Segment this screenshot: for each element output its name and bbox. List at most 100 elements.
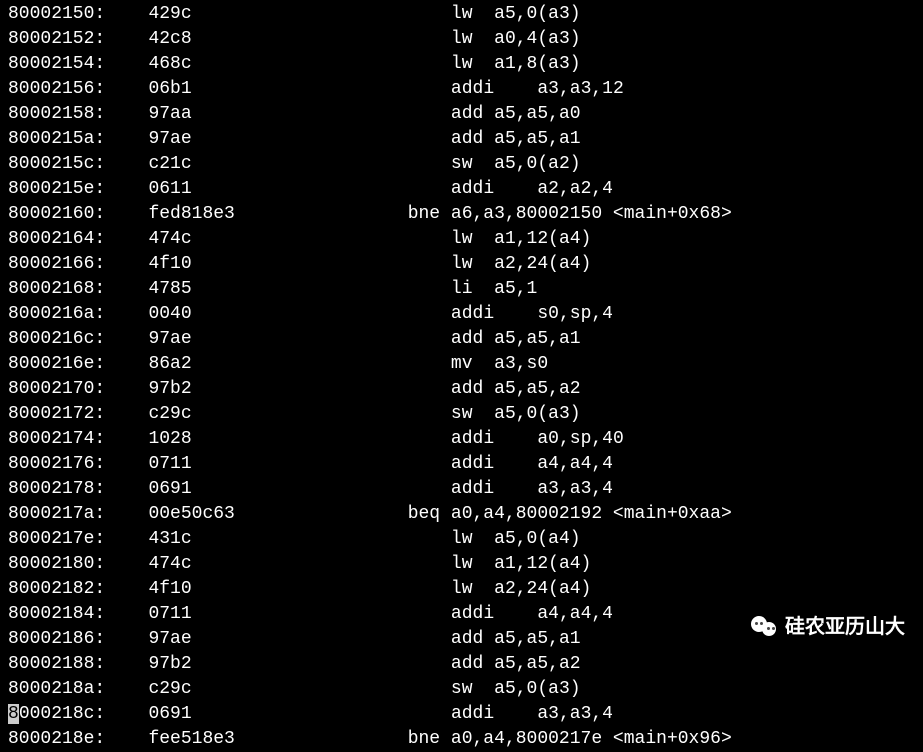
operands: a6,a3,80002150 <main+0x68>	[451, 204, 732, 224]
address: 80002160:	[8, 204, 105, 224]
address: 80002186:	[8, 629, 105, 649]
mnemonic: bne	[408, 729, 440, 749]
address: 80002184:	[8, 604, 105, 624]
operands: a5,a5,a2	[494, 379, 580, 399]
disasm-line: 80002180: 474c lw a1,12(a4)	[8, 552, 915, 577]
disasm-line: 80002156: 06b1 addi a3,a3,12	[8, 77, 915, 102]
mnemonic: add	[451, 379, 483, 399]
opcode-hex: 97b2	[148, 379, 191, 399]
operands: a1,12(a4)	[494, 229, 591, 249]
opcode-hex: 06b1	[148, 79, 191, 99]
mnemonic: beq	[408, 504, 440, 524]
mnemonic: addi	[451, 179, 494, 199]
opcode-hex: 0040	[148, 304, 191, 324]
disasm-line: 80002176: 0711 addi a4,a4,4	[8, 452, 915, 477]
operands: a1,12(a4)	[494, 554, 591, 574]
disasm-line: 80002154: 468c lw a1,8(a3)	[8, 52, 915, 77]
address: 8000217e:	[8, 529, 105, 549]
disasm-line: 80002166: 4f10 lw a2,24(a4)	[8, 252, 915, 277]
disasm-line: 80002172: c29c sw a5,0(a3)	[8, 402, 915, 427]
operands: a5,0(a3)	[494, 404, 580, 424]
operands: a2,a2,4	[537, 179, 613, 199]
mnemonic: lw	[451, 579, 473, 599]
opcode-hex: c29c	[148, 679, 191, 699]
opcode-hex: 4f10	[148, 579, 191, 599]
operands: a2,24(a4)	[494, 254, 591, 274]
disasm-line: 8000215a: 97ae add a5,a5,a1	[8, 127, 915, 152]
address: 80002168:	[8, 279, 105, 299]
disasm-line: 80002168: 4785 li a5,1	[8, 277, 915, 302]
disasm-line: 8000215c: c21c sw a5,0(a2)	[8, 152, 915, 177]
disasm-line: 8000216a: 0040 addi s0,sp,4	[8, 302, 915, 327]
mnemonic: addi	[451, 479, 494, 499]
mnemonic: sw	[451, 154, 473, 174]
mnemonic: li	[451, 279, 473, 299]
address: 8000218a:	[8, 679, 105, 699]
disasm-line: 80002160: fed818e3 bne a6,a3,80002150 <m…	[8, 202, 915, 227]
opcode-hex: 1028	[148, 429, 191, 449]
opcode-hex: 97ae	[148, 129, 191, 149]
disasm-line: 8000218a: c29c sw a5,0(a3)	[8, 677, 915, 702]
opcode-hex: 00e50c63	[148, 504, 234, 524]
opcode-hex: 0711	[148, 604, 191, 624]
opcode-hex: 0711	[148, 454, 191, 474]
address: 000218c:	[19, 704, 105, 724]
opcode-hex: 0691	[148, 479, 191, 499]
operands: a0,a4,8000217e <main+0x96>	[451, 729, 732, 749]
watermark: 硅农亚历山大	[751, 615, 905, 640]
disasm-line: 8000216e: 86a2 mv a3,s0	[8, 352, 915, 377]
wechat-icon	[751, 616, 779, 640]
opcode-hex: fee518e3	[148, 729, 234, 749]
operands: s0,sp,4	[537, 304, 613, 324]
mnemonic: addi	[451, 304, 494, 324]
address: 80002182:	[8, 579, 105, 599]
mnemonic: addi	[451, 454, 494, 474]
operands: a2,24(a4)	[494, 579, 591, 599]
opcode-hex: 4785	[148, 279, 191, 299]
address: 8000215e:	[8, 179, 105, 199]
opcode-hex: 474c	[148, 554, 191, 574]
disasm-line: 8000217a: 00e50c63 beq a0,a4,80002192 <m…	[8, 502, 915, 527]
opcode-hex: 429c	[148, 4, 191, 24]
mnemonic: lw	[451, 254, 473, 274]
mnemonic: lw	[451, 529, 473, 549]
disasm-line: 80002152: 42c8 lw a0,4(a3)	[8, 27, 915, 52]
opcode-hex: c29c	[148, 404, 191, 424]
address: 80002158:	[8, 104, 105, 124]
address: 80002150:	[8, 4, 105, 24]
opcode-hex: 0691	[148, 704, 191, 724]
address: 80002156:	[8, 79, 105, 99]
mnemonic: mv	[451, 354, 473, 374]
disasm-line: 80002188: 97b2 add a5,a5,a2	[8, 652, 915, 677]
disasm-line: 80002178: 0691 addi a3,a3,4	[8, 477, 915, 502]
mnemonic: addi	[451, 429, 494, 449]
address: 8000215a:	[8, 129, 105, 149]
opcode-hex: fed818e3	[148, 204, 234, 224]
disasm-line: 8000215e: 0611 addi a2,a2,4	[8, 177, 915, 202]
mnemonic: lw	[451, 4, 473, 24]
address: 8000216e:	[8, 354, 105, 374]
address: 80002152:	[8, 29, 105, 49]
mnemonic: add	[451, 104, 483, 124]
address: 80002180:	[8, 554, 105, 574]
mnemonic: sw	[451, 679, 473, 699]
address: 80002170:	[8, 379, 105, 399]
opcode-hex: 468c	[148, 54, 191, 74]
address: 80002178:	[8, 479, 105, 499]
disasm-line: 8000218e: fee518e3 bne a0,a4,8000217e <m…	[8, 727, 915, 752]
address: 80002164:	[8, 229, 105, 249]
operands: a3,a3,4	[537, 479, 613, 499]
operands: a4,a4,4	[537, 604, 613, 624]
disasm-line: 8000217e: 431c lw a5,0(a4)	[8, 527, 915, 552]
mnemonic: addi	[451, 79, 494, 99]
mnemonic: add	[451, 129, 483, 149]
opcode-hex: 97ae	[148, 329, 191, 349]
mnemonic: lw	[451, 29, 473, 49]
opcode-hex: 42c8	[148, 29, 191, 49]
address: 8000217a:	[8, 504, 105, 524]
operands: a1,8(a3)	[494, 54, 580, 74]
operands: a0,4(a3)	[494, 29, 580, 49]
mnemonic: addi	[451, 704, 494, 724]
address: 8000215c:	[8, 154, 105, 174]
cursor: 8	[8, 704, 19, 724]
